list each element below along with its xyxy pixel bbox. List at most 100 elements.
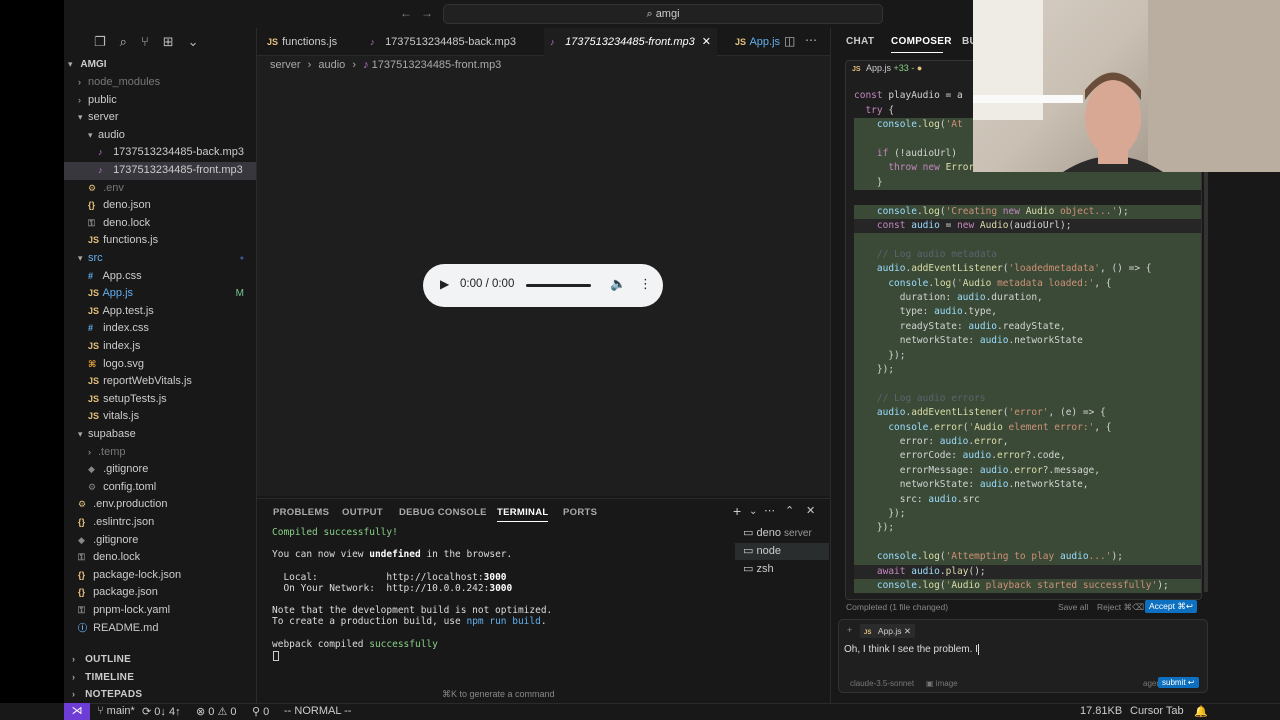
tab-back-mp3[interactable]: ♪ 1737513234485-back.mp3	[370, 28, 516, 56]
breadcrumb-server[interactable]: server	[270, 59, 301, 71]
tree-folder[interactable]: ▾ supabase	[64, 426, 256, 444]
diff-file-header[interactable]: JS App.js +33 - ●	[852, 63, 922, 73]
tab-terminal[interactable]: TERMINAL	[497, 507, 549, 522]
code-line: audio.addEventListener('loadedmetadata',…	[854, 262, 1201, 277]
new-terminal-icon[interactable]: +	[733, 503, 741, 519]
chevron-down-icon[interactable]: ⌄	[749, 506, 757, 517]
tree-file[interactable]: JS vitals.js	[64, 408, 256, 426]
explorer-root[interactable]: ▾ AMGI	[64, 56, 256, 74]
notifications-icon[interactable]: 🔔	[1194, 705, 1208, 718]
tab-chat[interactable]: CHAT	[846, 36, 874, 47]
tree-file[interactable]: {} package-lock.json	[64, 567, 256, 585]
reject-button[interactable]: Reject ⌘⌫	[1097, 602, 1144, 613]
tree-file[interactable]: JS App.js M	[64, 285, 256, 303]
tree-file[interactable]: JS functions.js	[64, 232, 256, 250]
code-scrollbar[interactable]	[1204, 172, 1208, 592]
editor-tab-bar: JS functions.js ♪ 1737513234485-back.mp3…	[257, 28, 830, 57]
close-icon[interactable]: ✕	[702, 36, 711, 48]
image-button[interactable]: ▣ image	[926, 679, 958, 688]
play-icon[interactable]: ▶	[440, 277, 449, 291]
section-notepads[interactable]: › NOTEPADS	[64, 686, 256, 703]
tree-file[interactable]: ♪ 1737513234485-back.mp3	[64, 144, 256, 162]
tree-file[interactable]: ⚿ pnpm-lock.yaml	[64, 602, 256, 620]
add-context-icon[interactable]: +	[847, 625, 852, 635]
tree-folder[interactable]: ▾ audio	[64, 127, 256, 145]
tree-file[interactable]: {} deno.json	[64, 197, 256, 215]
tree-file[interactable]: ⚙ .env.production	[64, 496, 256, 514]
more-options-icon[interactable]: ⋮	[639, 276, 652, 292]
composer-input[interactable]: Oh, I think I see the problem. I	[844, 644, 1199, 655]
branch-indicator[interactable]: ⑂ main*	[97, 705, 135, 717]
tree-file[interactable]: ⚿ deno.lock	[64, 549, 256, 567]
tree-file[interactable]: ⚿ deno.lock	[64, 215, 256, 233]
files-icon[interactable]: ❐	[94, 34, 106, 56]
tree-file[interactable]: JS setupTests.js	[64, 391, 256, 409]
tree-file[interactable]: JS reportWebVitals.js	[64, 373, 256, 391]
tab-functions-js[interactable]: JS functions.js	[267, 28, 337, 56]
more-actions-icon[interactable]: ⋯	[805, 33, 817, 47]
tree-file[interactable]: # index.css	[64, 320, 256, 338]
css-file-icon: #	[88, 323, 94, 334]
terminal-item-zsh[interactable]: ▭ zsh	[735, 561, 829, 578]
tree-file[interactable]: ⚙ config.toml	[64, 479, 256, 497]
save-all-button[interactable]: Save all	[1058, 602, 1088, 612]
chevron-down-icon[interactable]: ⌄	[188, 34, 199, 56]
search-icon[interactable]: ⌕	[120, 34, 127, 56]
tree-folder[interactable]: ▾ server	[64, 109, 256, 127]
tree-file[interactable]: ⓘ README.md	[64, 620, 256, 638]
more-actions-icon[interactable]: ⋯	[764, 504, 775, 517]
tab-composer[interactable]: COMPOSER	[891, 36, 952, 47]
tab-app-js[interactable]: JS App.js	[735, 28, 780, 56]
tab-output[interactable]: OUTPUT	[342, 507, 383, 518]
breadcrumb-audio[interactable]: audio	[318, 59, 345, 71]
tree-folder[interactable]: › node_modules	[64, 74, 256, 92]
section-outline[interactable]: › OUTLINE	[64, 651, 256, 668]
source-control-icon[interactable]: ⑂	[141, 34, 149, 56]
command-center-search[interactable]: ⌕ amgi	[443, 4, 883, 24]
close-icon[interactable]: ✕	[904, 626, 911, 636]
tree-file[interactable]: ⚙ .env	[64, 180, 256, 198]
tree-file[interactable]: ◆ .gitignore	[64, 461, 256, 479]
maximize-panel-icon[interactable]: ⌃	[785, 504, 794, 517]
cursor-tab-status[interactable]: Cursor Tab	[1130, 705, 1184, 717]
player-progress-bar[interactable]	[526, 284, 591, 287]
accept-button[interactable]: Accept ⌘↩	[1145, 600, 1197, 613]
problems-indicator[interactable]: ⊗ 0 ⚠ 0	[196, 705, 237, 718]
tree-file[interactable]: {} .eslintrc.json	[64, 514, 256, 532]
tree-folder[interactable]: › public	[64, 92, 256, 110]
tree-file[interactable]: ⌘ logo.svg	[64, 356, 256, 374]
forward-arrow-icon[interactable]: →	[421, 6, 433, 20]
tree-folder[interactable]: › .temp	[64, 444, 256, 462]
tree-item-label: App.js	[102, 287, 134, 300]
tree-file[interactable]: JS App.test.js	[64, 303, 256, 321]
context-chip[interactable]: JS App.js ✕	[860, 624, 916, 638]
tree-file[interactable]: ◆ .gitignore	[64, 532, 256, 550]
tab-front-mp3[interactable]: ♪ 1737513234485-front.mp3 ✕	[544, 28, 718, 57]
terminal-item-node[interactable]: ▭ node	[735, 543, 829, 560]
section-timeline[interactable]: › TIMELINE	[64, 669, 256, 686]
ports-indicator[interactable]: ⚲ 0	[252, 705, 269, 718]
tab-ports[interactable]: PORTS	[563, 507, 597, 518]
tree-file[interactable]: JS index.js	[64, 338, 256, 356]
js-file-icon: JS	[88, 305, 100, 316]
extensions-icon[interactable]: ⊞	[163, 34, 174, 56]
remote-indicator[interactable]: ⋊	[64, 703, 90, 720]
model-selector[interactable]: claude-3.5-sonnet	[850, 679, 914, 688]
split-editor-icon[interactable]: ◫	[784, 34, 795, 48]
tree-file[interactable]: # App.css	[64, 268, 256, 286]
composer-input-box: + JS App.js ✕ Oh, I think I see the prob…	[838, 619, 1208, 693]
tab-problems[interactable]: PROBLEMS	[273, 507, 329, 518]
tree-file[interactable]: {} package.json	[64, 584, 256, 602]
tab-debug-console[interactable]: DEBUG CONSOLE	[399, 507, 487, 518]
close-panel-icon[interactable]: ✕	[806, 504, 815, 517]
breadcrumb-file[interactable]: 1737513234485-front.mp3	[372, 59, 502, 71]
sync-indicator[interactable]: ⟳ 0↓ 4↑	[142, 705, 181, 718]
tree-folder[interactable]: ▾ src ●	[64, 250, 256, 268]
js-file-icon: JS	[88, 288, 100, 299]
volume-icon[interactable]: 🔈	[610, 276, 626, 292]
tree-file[interactable]: ♪ 1737513234485-front.mp3	[64, 162, 256, 180]
terminal-item-deno[interactable]: ▭ deno server	[735, 525, 829, 542]
submit-button[interactable]: submit ↩	[1158, 677, 1199, 688]
audio-file-icon: ♪	[363, 59, 369, 71]
back-arrow-icon[interactable]: ←	[400, 6, 412, 20]
